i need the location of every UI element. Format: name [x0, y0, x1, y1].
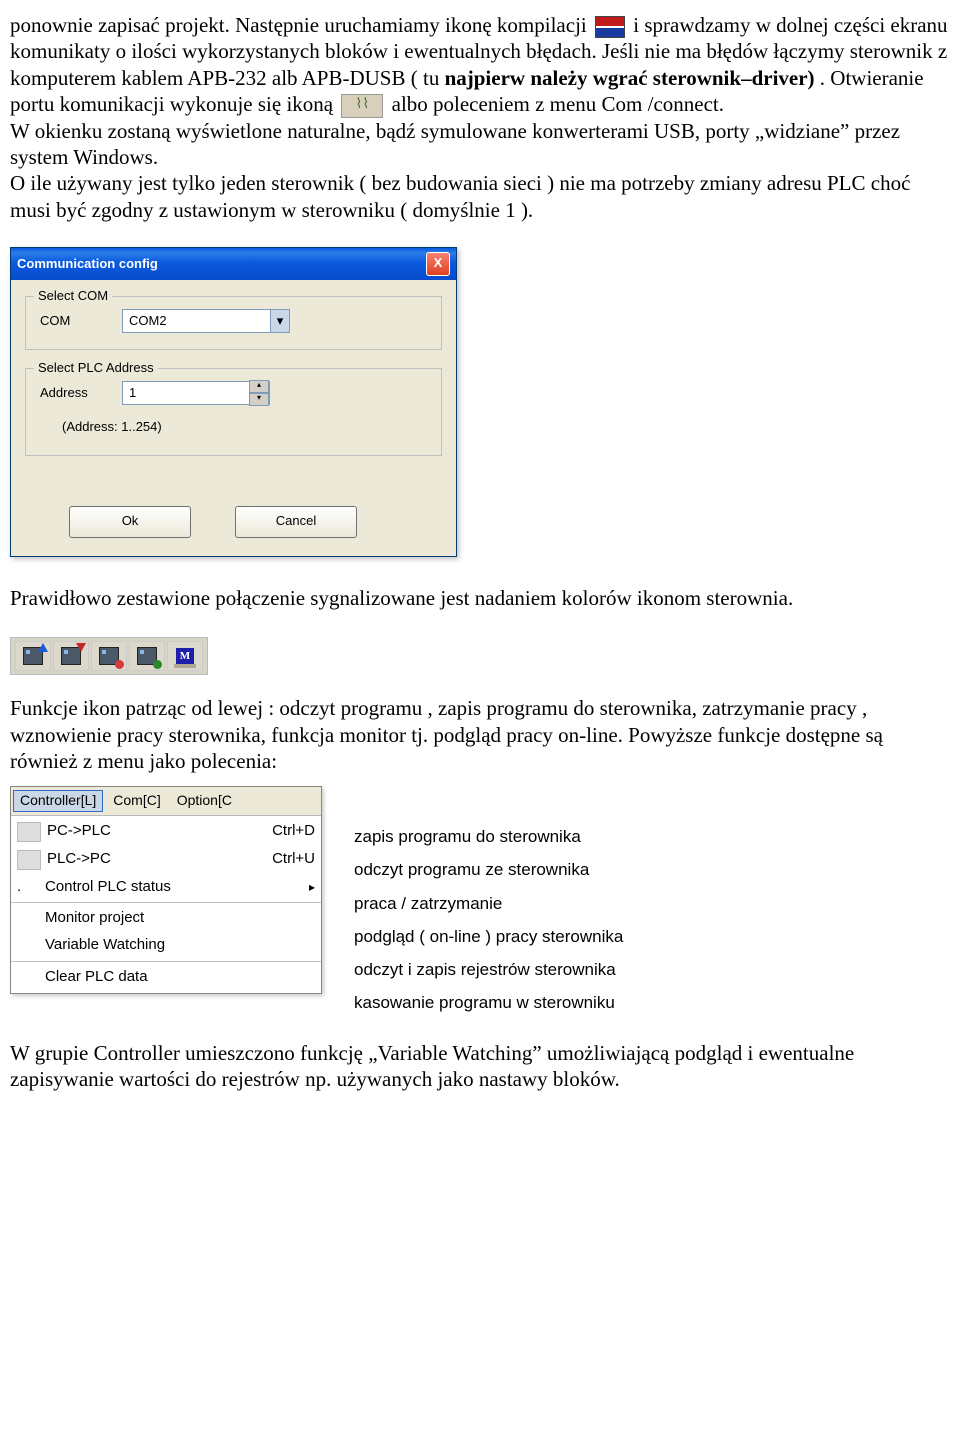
- dialog-titlebar: Communication config X: [11, 248, 456, 280]
- menu-descriptions: zapis programu do sterownika odczyt prog…: [354, 786, 623, 1014]
- menu-item-label: PLC->PC: [47, 850, 266, 869]
- play-icon: [153, 660, 162, 669]
- menu-item-label: Monitor project: [45, 909, 315, 928]
- address-hint: (Address: 1..254): [62, 419, 427, 435]
- select-com-label: Select COM: [34, 288, 112, 304]
- menu-item-shortcut: Ctrl+U: [272, 850, 315, 869]
- menu-item-clear-plc-data[interactable]: Clear PLC data: [11, 964, 321, 991]
- controller-context-menu: Controller[L] Com[C] Option[C PC->PLC Ct…: [10, 786, 322, 994]
- read-program-button[interactable]: [15, 641, 51, 671]
- menu-desc-2: praca / zatrzymanie: [354, 893, 623, 914]
- run-plc-button[interactable]: [129, 641, 165, 671]
- menu-item-pc-to-plc[interactable]: PC->PLC Ctrl+D: [11, 818, 321, 846]
- menu-bar: Controller[L] Com[C] Option[C: [11, 787, 321, 816]
- menu-item-label: PC->PLC: [47, 822, 266, 841]
- menu-item-label: Clear PLC data: [45, 968, 315, 987]
- menu-item-control-status[interactable]: . Control PLC status ▸: [11, 874, 321, 901]
- menu-desc-4: odczyt i zapis rejestrów sterownika: [354, 959, 623, 980]
- monitor-icon: M: [176, 648, 194, 664]
- paragraph-1: ponownie zapisać projekt. Następnie uruc…: [10, 12, 950, 223]
- controller-menu-figure: Controller[L] Com[C] Option[C PC->PLC Ct…: [10, 786, 950, 1014]
- upload-icon: [17, 850, 41, 870]
- dialog-close-button[interactable]: X: [426, 252, 450, 276]
- select-plc-address-group: Select PLC Address Address 1 ▴ ▾ (Addres…: [25, 368, 442, 456]
- spinner-down-icon[interactable]: ▾: [249, 393, 269, 406]
- submenu-arrow-icon: ▸: [309, 880, 315, 895]
- spinner-up-icon[interactable]: ▴: [249, 380, 269, 393]
- ok-button[interactable]: Ok: [69, 506, 191, 538]
- p1-text-d: albo poleceniem z menu Com /connect.: [392, 92, 724, 116]
- com-combobox[interactable]: COM2 ▾: [122, 309, 290, 333]
- p1-text-a: ponownie zapisać projekt. Następnie uruc…: [10, 13, 592, 37]
- menu-item-label: Variable Watching: [45, 936, 315, 955]
- address-label: Address: [40, 385, 110, 401]
- connect-icon: ⌇⌇: [341, 94, 383, 118]
- menubar-com[interactable]: Com[C]: [107, 790, 166, 812]
- menu-desc-1: odczyt programu ze sterownika: [354, 859, 623, 880]
- empty-icon: [17, 937, 39, 955]
- p1-text-bold: najpierw należy wgrać sterownik–driver): [445, 66, 815, 90]
- menubar-option[interactable]: Option[C: [171, 790, 238, 812]
- menubar-controller[interactable]: Controller[L]: [13, 790, 103, 812]
- address-spinner[interactable]: 1 ▴ ▾: [122, 381, 270, 405]
- empty-icon: [17, 968, 39, 986]
- empty-icon: [17, 910, 39, 928]
- address-value: 1: [129, 385, 136, 401]
- menu-item-plc-to-pc[interactable]: PLC->PC Ctrl+U: [11, 846, 321, 874]
- menu-desc-3: podgląd ( on-line ) pracy sterownika: [354, 926, 623, 947]
- cancel-button[interactable]: Cancel: [235, 506, 357, 538]
- chevron-down-icon[interactable]: ▾: [270, 310, 289, 332]
- p2-text: W okienku zostaną wyświetlone naturalne,…: [10, 119, 900, 169]
- menu-desc-0: zapis programu do sterownika: [354, 826, 623, 847]
- communication-config-dialog: Communication config X Select COM COM CO…: [10, 247, 457, 557]
- com-label: COM: [40, 313, 110, 329]
- menu-item-shortcut: Ctrl+D: [272, 822, 315, 841]
- menu-item-variable-watching[interactable]: Variable Watching: [11, 932, 321, 959]
- arrow-up-icon: [38, 643, 48, 652]
- paragraph-6: W grupie Controller umieszczono funkcję …: [10, 1040, 950, 1093]
- stop-icon: [115, 660, 124, 669]
- plc-toolbar: M: [10, 637, 208, 675]
- menu-item-label: Control PLC status: [45, 878, 303, 897]
- empty-icon: .: [17, 878, 39, 896]
- menu-separator: [11, 902, 321, 903]
- menu-desc-5: kasowanie programu w sterowniku: [354, 992, 623, 1013]
- monitor-button[interactable]: M: [167, 641, 203, 671]
- menu-item-monitor-project[interactable]: Monitor project: [11, 905, 321, 932]
- paragraph-4: Prawidłowo zestawione połączenie sygnali…: [10, 585, 950, 611]
- compile-icon: [595, 16, 625, 38]
- arrow-down-icon: [76, 643, 86, 652]
- com-value: COM2: [129, 313, 167, 329]
- select-com-group: Select COM COM COM2 ▾: [25, 296, 442, 350]
- write-program-button[interactable]: [53, 641, 89, 671]
- p3-text: O ile używany jest tylko jeden sterownik…: [10, 171, 910, 221]
- dialog-title: Communication config: [17, 256, 158, 272]
- stop-plc-button[interactable]: [91, 641, 127, 671]
- paragraph-5: Funkcje ikon patrząc od lewej : odczyt p…: [10, 695, 950, 774]
- menu-items: PC->PLC Ctrl+D PLC->PC Ctrl+U . Control …: [11, 816, 321, 993]
- dialog-body: Select COM COM COM2 ▾ Select PLC Address…: [11, 280, 456, 556]
- menu-separator: [11, 961, 321, 962]
- download-icon: [17, 822, 41, 842]
- select-plc-address-label: Select PLC Address: [34, 360, 158, 376]
